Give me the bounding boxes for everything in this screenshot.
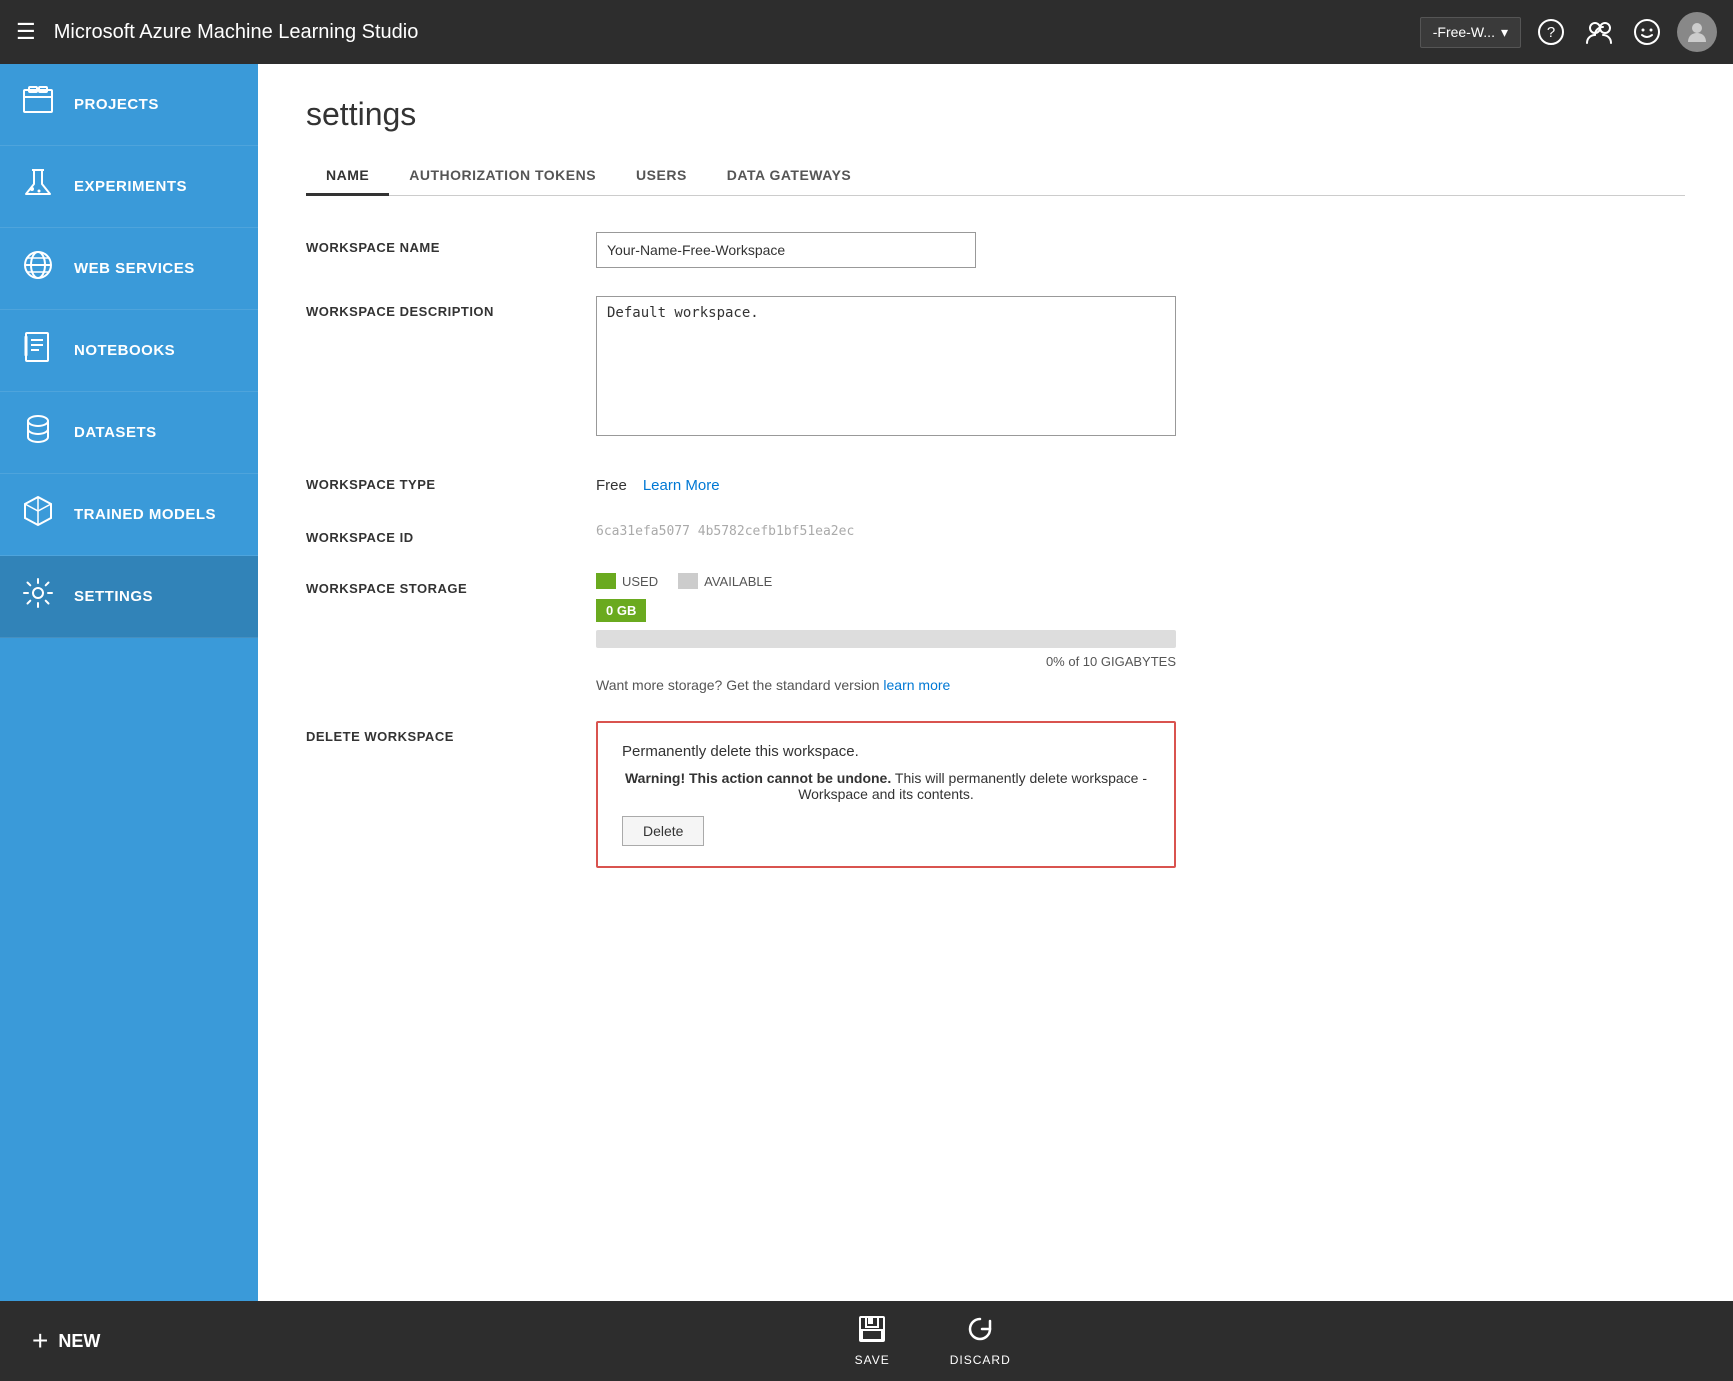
delete-box-warning: Warning! This action cannot be undone. T… <box>622 770 1150 802</box>
delete-workspace-row: DELETE WORKSPACE Permanently delete this… <box>306 721 1685 868</box>
workspace-storage-label: WORKSPACE STORAGE <box>306 573 596 596</box>
workspace-name-control <box>596 232 1316 268</box>
new-label: NEW <box>58 1331 100 1352</box>
discard-button[interactable]: DISCARD <box>950 1315 1011 1367</box>
sidebar-item-datasets[interactable]: DATASETS <box>0 392 258 474</box>
save-icon <box>858 1315 886 1349</box>
settings-label: SETTINGS <box>74 588 153 605</box>
menu-icon[interactable]: ☰ <box>16 19 36 45</box>
bottombar: + NEW SAVE DISCARD <box>0 1301 1733 1381</box>
workspace-label: -Free-W... <box>1433 24 1495 40</box>
workspace-name-input[interactable] <box>596 232 976 268</box>
workspace-description-row: WORKSPACE DESCRIPTION <box>306 296 1685 441</box>
workspace-type-label: WORKSPACE TYPE <box>306 469 596 492</box>
storage-learn-more-link[interactable]: learn more <box>883 677 950 693</box>
main-layout: PROJECTS EXPERIMENTS <box>0 64 1733 1301</box>
discard-label: DISCARD <box>950 1353 1011 1367</box>
save-label: SAVE <box>855 1353 890 1367</box>
avatar[interactable] <box>1677 12 1717 52</box>
datasets-icon <box>20 412 56 453</box>
delete-box-title: Permanently delete this workspace. <box>622 743 1150 760</box>
available-legend-box <box>678 573 698 589</box>
web-services-label: WEB SERVICES <box>74 260 195 277</box>
available-legend: AVAILABLE <box>678 573 772 589</box>
sidebar-item-web-services[interactable]: WEB SERVICES <box>0 228 258 310</box>
workspace-description-label: WORKSPACE DESCRIPTION <box>306 296 596 319</box>
sidebar-item-projects[interactable]: PROJECTS <box>0 64 258 146</box>
sidebar: PROJECTS EXPERIMENTS <box>0 64 258 1301</box>
delete-button[interactable]: Delete <box>622 816 704 846</box>
workspace-name-row: WORKSPACE NAME <box>306 232 1685 268</box>
bottombar-center: SAVE DISCARD <box>132 1315 1733 1367</box>
topbar: ☰ Microsoft Azure Machine Learning Studi… <box>0 0 1733 64</box>
learn-more-link[interactable]: Learn More <box>643 477 720 494</box>
projects-label: PROJECTS <box>74 96 159 113</box>
tab-users[interactable]: USERS <box>616 157 707 196</box>
workspace-description-control <box>596 296 1316 441</box>
web-services-icon <box>20 248 56 289</box>
workspace-id-value: 6ca31efa5077 4b5782cefb1bf51ea2ec <box>596 516 854 539</box>
new-button[interactable]: + NEW <box>0 1301 132 1381</box>
delete-box: Permanently delete this workspace. Warni… <box>596 721 1176 868</box>
workspace-storage-row: WORKSPACE STORAGE USED AVAILABLE 0 GB <box>306 573 1685 693</box>
trained-models-label: TRAINED MODELS <box>74 506 216 523</box>
users-icon[interactable] <box>1581 14 1617 50</box>
experiments-icon <box>20 166 56 207</box>
notebooks-icon <box>20 330 56 371</box>
page-title: settings <box>306 96 1685 133</box>
discard-icon <box>966 1315 994 1349</box>
sidebar-item-trained-models[interactable]: TRAINED MODELS <box>0 474 258 556</box>
sidebar-item-experiments[interactable]: EXPERIMENTS <box>0 146 258 228</box>
delete-workspace-label: DELETE WORKSPACE <box>306 721 596 744</box>
trained-models-icon <box>20 494 56 535</box>
svg-text:?: ? <box>1547 24 1555 41</box>
projects-icon <box>20 84 56 125</box>
workspace-id-row: WORKSPACE ID 6ca31efa5077 4b5782cefb1bf5… <box>306 522 1685 545</box>
workspace-type-control: Free Learn More <box>596 469 1316 494</box>
storage-more-text: Want more storage? Get the standard vers… <box>596 677 1316 693</box>
content-inner: settings NAME AUTHORIZATION TOKENS USERS… <box>258 64 1733 1301</box>
workspace-type-row: WORKSPACE TYPE Free Learn More <box>306 469 1685 494</box>
app-title: Microsoft Azure Machine Learning Studio <box>54 21 1420 44</box>
new-icon: + <box>32 1325 48 1357</box>
used-legend-box <box>596 573 616 589</box>
tab-data-gateways[interactable]: DATA GATEWAYS <box>707 157 871 196</box>
sidebar-item-notebooks[interactable]: NOTEBOOKS <box>0 310 258 392</box>
storage-legend: USED AVAILABLE <box>596 573 1316 589</box>
storage-bar <box>596 630 1176 648</box>
workspace-selector[interactable]: -Free-W... ▾ <box>1420 17 1521 48</box>
experiments-label: EXPERIMENTS <box>74 178 187 195</box>
notebooks-label: NOTEBOOKS <box>74 342 175 359</box>
sidebar-item-settings[interactable]: SETTINGS <box>0 556 258 638</box>
content-area: settings NAME AUTHORIZATION TOKENS USERS… <box>258 64 1733 1301</box>
tab-name[interactable]: NAME <box>306 157 389 196</box>
storage-badge: 0 GB <box>596 599 646 622</box>
dropdown-icon: ▾ <box>1501 24 1508 41</box>
delete-workspace-control: Permanently delete this workspace. Warni… <box>596 721 1316 868</box>
save-button[interactable]: SAVE <box>855 1315 890 1367</box>
workspace-id-control: 6ca31efa5077 4b5782cefb1bf51ea2ec <box>596 522 1316 540</box>
feedback-icon[interactable] <box>1629 14 1665 50</box>
workspace-storage-control: USED AVAILABLE 0 GB 0% of 10 GIGABYTES W… <box>596 573 1316 693</box>
tabs: NAME AUTHORIZATION TOKENS USERS DATA GAT… <box>306 157 1685 196</box>
datasets-label: DATASETS <box>74 424 157 441</box>
help-button[interactable]: ? <box>1533 14 1569 50</box>
topbar-right: -Free-W... ▾ ? <box>1420 12 1717 52</box>
workspace-description-textarea[interactable] <box>596 296 1176 436</box>
available-label: AVAILABLE <box>704 574 772 589</box>
workspace-name-label: WORKSPACE NAME <box>306 232 596 255</box>
used-legend: USED <box>596 573 658 589</box>
used-label: USED <box>622 574 658 589</box>
workspace-type-value: Free <box>596 477 627 494</box>
workspace-id-label: WORKSPACE ID <box>306 522 596 545</box>
settings-icon <box>20 576 56 617</box>
tab-authorization-tokens[interactable]: AUTHORIZATION TOKENS <box>389 157 616 196</box>
storage-percent-text: 0% of 10 GIGABYTES <box>596 654 1176 669</box>
